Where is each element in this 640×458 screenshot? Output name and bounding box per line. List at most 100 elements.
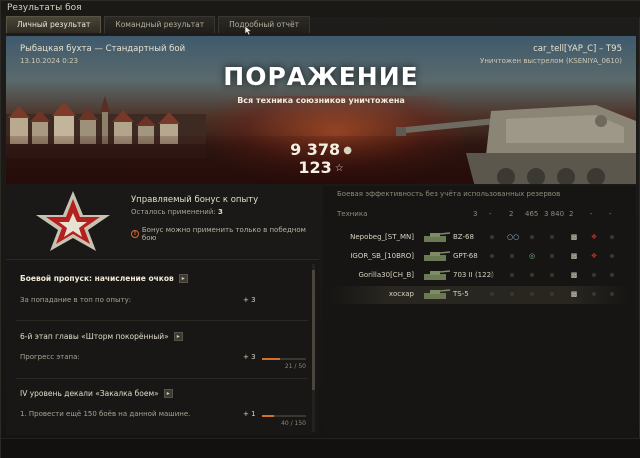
result-title: ПОРАЖЕНИЕ	[223, 62, 419, 91]
header-vehicle: Техника	[337, 210, 368, 218]
decal-progress-bar	[262, 415, 306, 417]
assist-spot-icon: ◎	[528, 252, 536, 260]
blocked-icon	[547, 233, 557, 243]
efficiency-title: Боевая эффективность без учёта использов…	[337, 190, 561, 198]
team-row[interactable]: хосхар TS-5 ▩	[329, 286, 629, 304]
critical-icon: ❖	[590, 252, 598, 260]
warning-icon: !	[131, 230, 139, 238]
hit-icon: ▩	[570, 233, 578, 241]
tab-bar: Личный результат Командный результат Под…	[6, 16, 310, 33]
header-col-6: 2	[569, 210, 574, 218]
spotted-icon	[487, 271, 497, 281]
kill-icon	[607, 271, 617, 281]
credits-earned: 9 378 ●	[6, 140, 636, 159]
battle-pass-arrow-button[interactable]: ▸	[178, 274, 188, 283]
chapter-row-label: Прогресс этапа:	[20, 353, 80, 361]
bonus-remaining: Осталось применений: 3	[131, 208, 223, 216]
decal-arrow-button[interactable]: ▸	[163, 389, 173, 398]
damage-icon	[527, 290, 537, 300]
kill-icon	[607, 290, 617, 300]
header-col-3: 2	[509, 210, 514, 218]
xp-bonus-panel: Управляемый бонус к опыту Осталось приме…	[6, 186, 319, 256]
tank-icon	[424, 270, 451, 280]
assist-icon	[507, 290, 517, 300]
xp-value: 123	[298, 158, 332, 177]
team-row[interactable]: Gorilla30[CH_B] 703 II (122) ▩	[329, 267, 629, 285]
bonus-remaining-value: 3	[218, 208, 223, 216]
divider	[16, 378, 308, 379]
hit-icon: ▩	[570, 290, 578, 298]
chapter-title: 6-й этап главы «Шторм покорённый»	[20, 332, 169, 341]
damage-icon	[527, 271, 537, 281]
red-star-icon	[36, 191, 110, 251]
window-title: Результаты боя	[1, 1, 640, 17]
scrollbar-thumb[interactable]	[312, 270, 315, 390]
spotted-icon	[487, 233, 497, 243]
decal-progress-text: 40 / 150	[281, 420, 306, 427]
tank-icon	[424, 289, 451, 299]
tab-team-result[interactable]: Командный результат	[104, 16, 216, 33]
chapter-row-value: + 3	[243, 353, 256, 361]
tank-icon	[424, 232, 451, 242]
critical-icon	[589, 271, 599, 281]
credits-icon: ●	[343, 145, 352, 156]
bonus-remaining-label: Осталось применений:	[131, 208, 216, 216]
hit-icon: ▩	[570, 252, 578, 260]
tab-detailed-report[interactable]: Подробный отчёт	[218, 16, 310, 33]
bonus-warning-text: Бонус можно применить только в победном …	[141, 226, 306, 242]
damage-icon	[527, 233, 537, 243]
header-col-2: -	[489, 210, 492, 218]
tab-personal-result[interactable]: Личный результат	[6, 16, 102, 33]
hit-icon: ▩	[570, 271, 578, 279]
xp-earned: 123 ☆	[6, 158, 636, 177]
header-col-8: -	[609, 210, 612, 218]
player-name: Gorilla30[CH_B]	[358, 271, 414, 279]
player-name: хосхар	[388, 290, 414, 298]
battle-pass-header: Боевой пропуск: начисление очков ▸	[20, 274, 188, 283]
star-icon: ☆	[334, 163, 344, 174]
team-row[interactable]: Nepobeg_[ST_MN] BZ-68 ○○ ▩ ❖	[329, 229, 629, 247]
decal-row-label: 1. Провести ещё 150 боёв на данной машин…	[20, 410, 191, 418]
player-name: Nepobeg_[ST_MN]	[350, 233, 414, 241]
header-col-4: 465	[525, 210, 539, 218]
assist-icon	[507, 271, 517, 281]
battle-pass-row-label: За попадание в топ по опыту:	[20, 296, 132, 304]
efficiency-header: Техника 3 - 2 465 3 840 2 - -	[337, 210, 627, 222]
result-subtitle: Вся техника союзников уничтожена	[237, 96, 405, 105]
efficiency-panel: Боевая эффективность без учёта использов…	[323, 186, 636, 435]
assist-icon: ○○	[507, 233, 520, 241]
tank-icon	[424, 251, 451, 261]
blocked-icon	[547, 271, 557, 281]
bonus-warning: ! Бонус можно применить только в победно…	[131, 226, 319, 242]
kill-icon	[607, 252, 617, 262]
bottom-bar	[1, 438, 640, 458]
assist-icon	[507, 252, 517, 262]
chapter-arrow-button[interactable]: ▸	[173, 332, 183, 341]
team-row[interactable]: IGOR_SB_[10BRO] GPT-68 ◎ ▩ ❖	[329, 248, 629, 266]
critical-icon: ❖	[590, 233, 598, 241]
battle-pass-title: Боевой пропуск: начисление очков	[20, 274, 174, 283]
map-name: Рыбацкая бухта — Стандартный бой	[20, 44, 186, 54]
blocked-icon	[547, 252, 557, 262]
header-col-5: 3 840	[544, 210, 565, 218]
blocked-icon	[547, 290, 557, 300]
battle-results-window: Результаты боя Личный результат Командны…	[0, 0, 640, 458]
mouse-cursor-icon	[244, 25, 253, 36]
scrollbar[interactable]	[312, 264, 315, 432]
chapter-header: 6-й этап главы «Шторм покорённый» ▸	[20, 332, 183, 341]
decal-header: IV уровень декали «Закалка боем» ▸	[20, 389, 173, 398]
bonus-title: Управляемый бонус к опыту	[131, 195, 259, 205]
player-vehicle: car_tell[YAP_C] – T95	[533, 44, 622, 54]
decal-progress-fill	[262, 415, 274, 417]
spotted-icon	[487, 252, 497, 262]
header-col-1: 3	[473, 210, 478, 218]
tank-name: GPT-68	[453, 252, 478, 260]
result-banner: Рыбацкая бухта — Стандартный бой 13.10.2…	[6, 36, 636, 184]
divider	[16, 320, 308, 321]
tank-name: TS-5	[453, 290, 469, 298]
progress-panel: Боевой пропуск: начисление очков ▸ За по…	[6, 259, 319, 435]
chapter-progress-fill	[262, 358, 281, 360]
spotted-icon	[487, 290, 497, 300]
player-name: IGOR_SB_[10BRO]	[350, 252, 414, 260]
chapter-progress-text: 21 / 50	[284, 363, 306, 370]
